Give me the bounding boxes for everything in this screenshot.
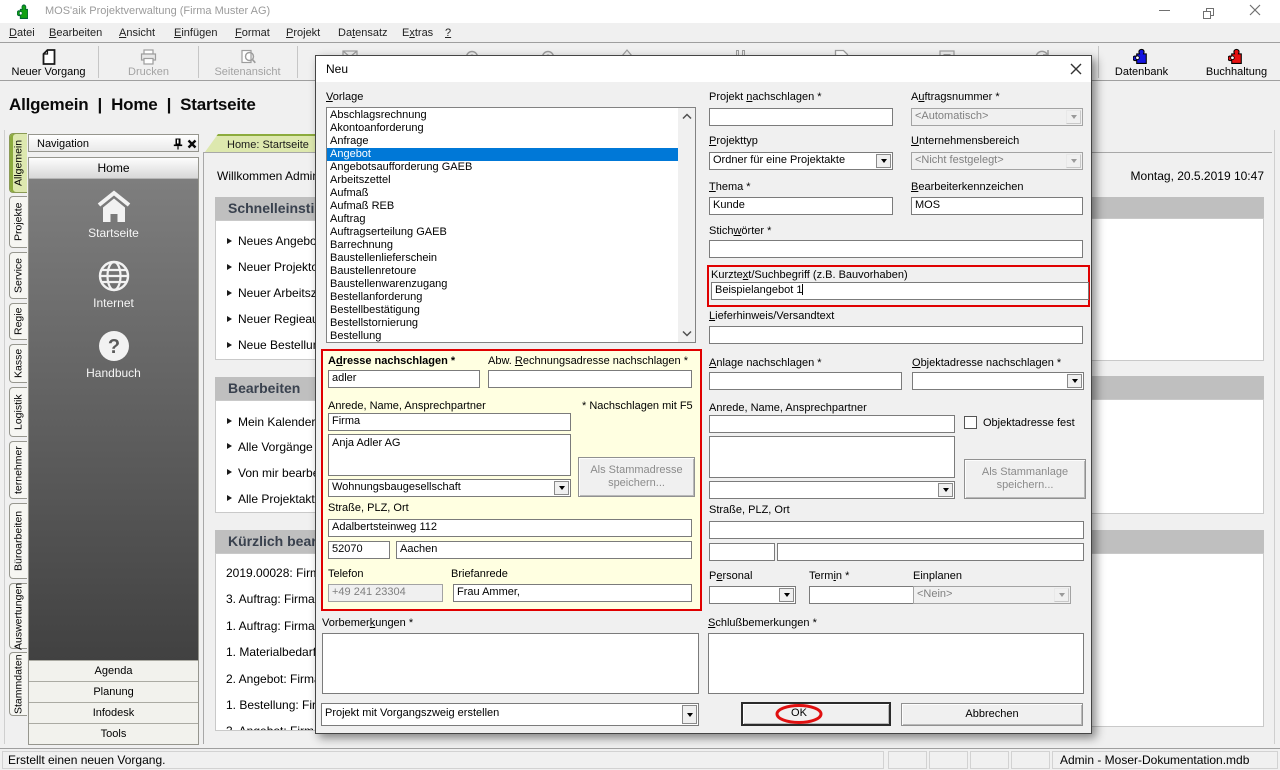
svg-text:?: ? (108, 336, 120, 358)
